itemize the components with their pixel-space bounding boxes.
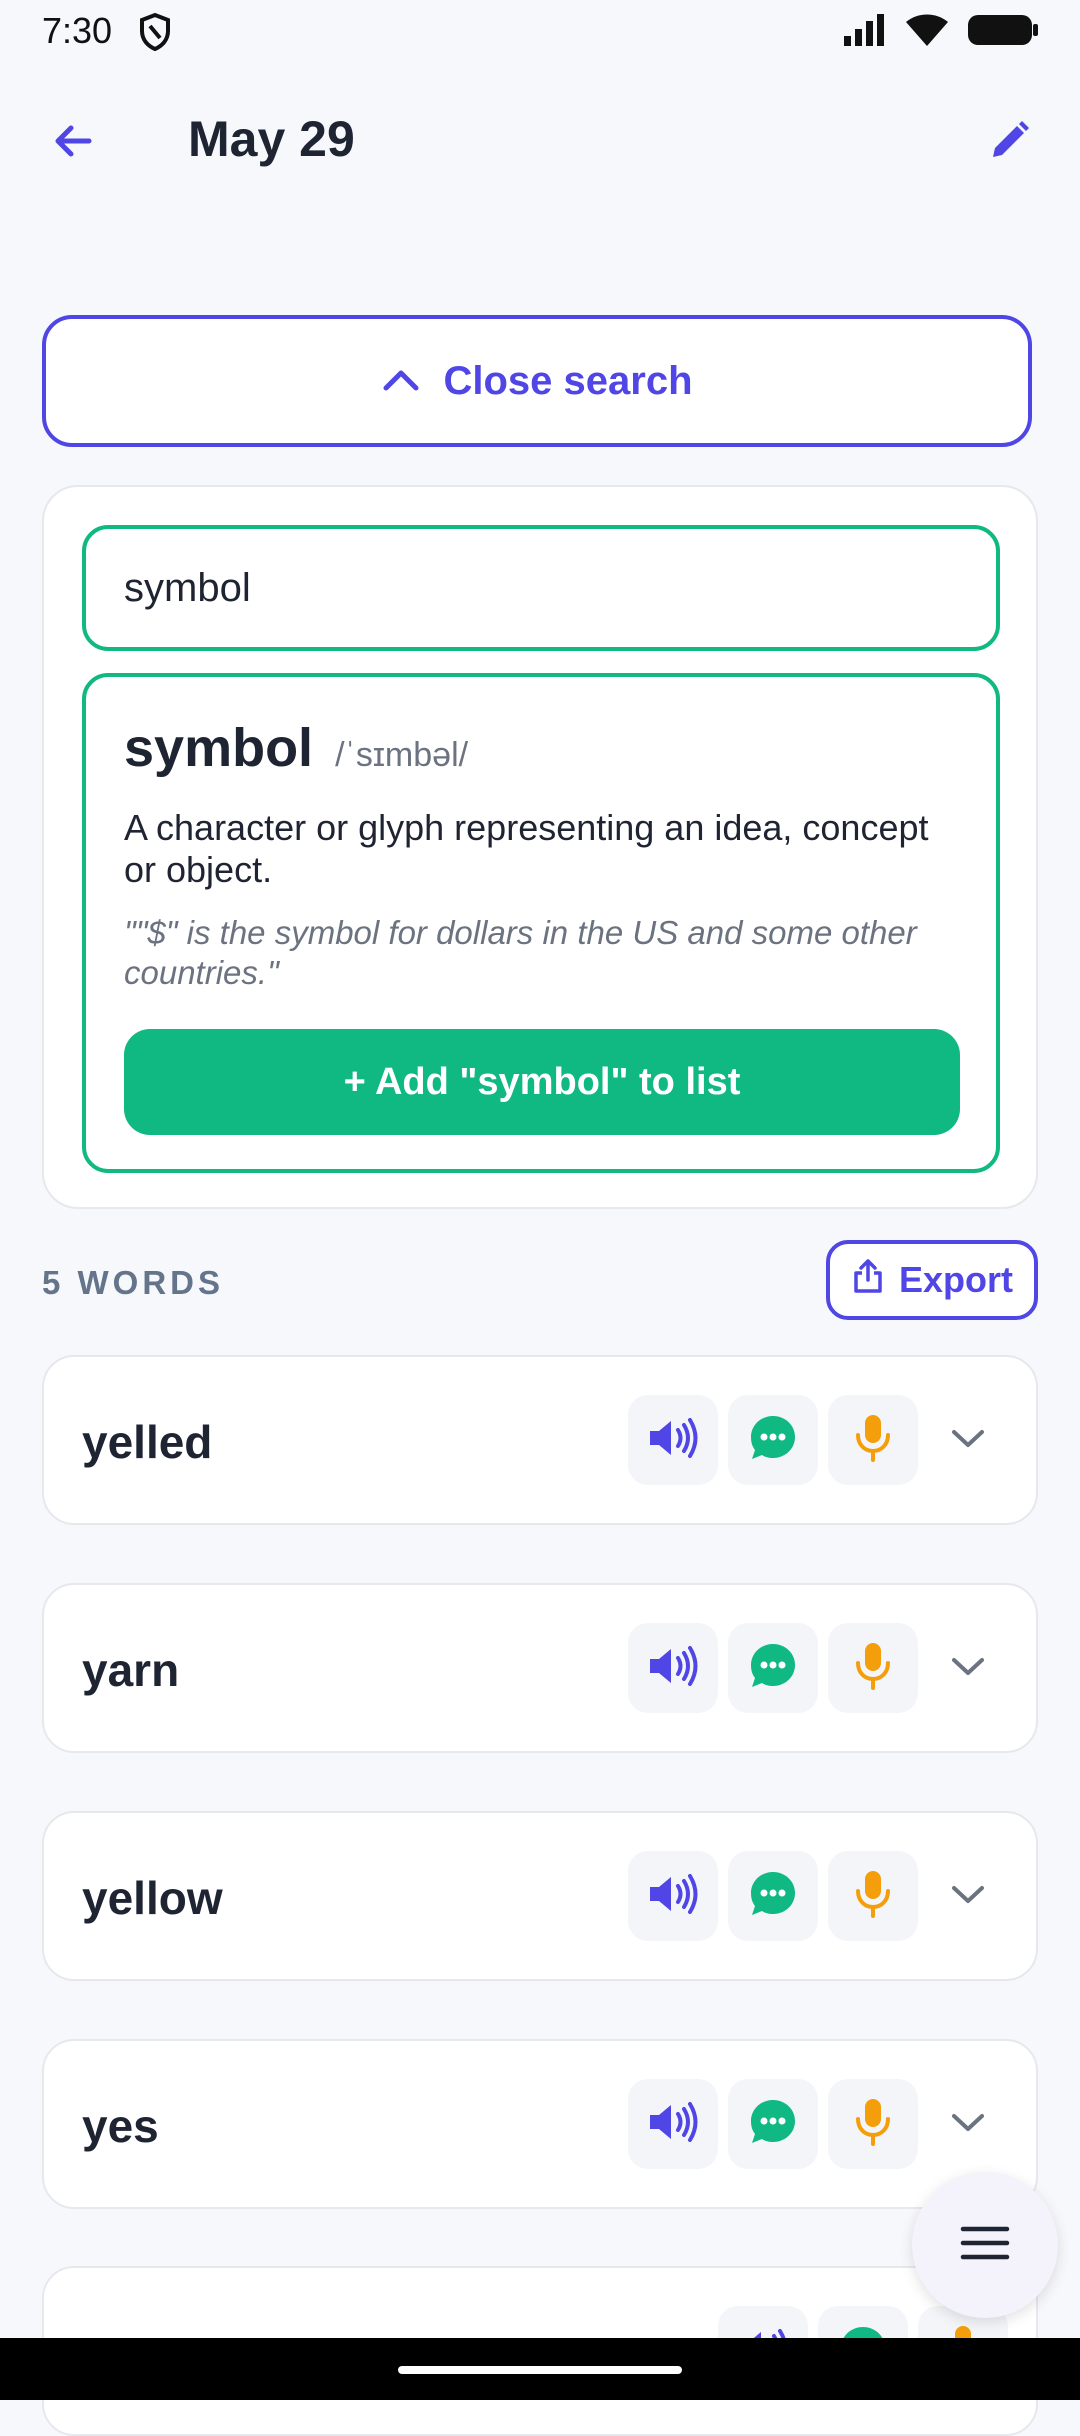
search-panel: symbol symbol /ˈsɪmbəl/ A character or g… — [42, 485, 1038, 1209]
word-list-header: 5 WORDS Export — [42, 1240, 1038, 1320]
expand-button[interactable] — [928, 1623, 1008, 1713]
close-search-button[interactable]: Close search — [42, 315, 1032, 447]
microphone-icon — [853, 1640, 893, 1697]
record-button[interactable] — [828, 1395, 918, 1485]
home-indicator[interactable] — [398, 2366, 682, 2374]
chevron-up-icon — [381, 359, 421, 404]
speaker-icon — [646, 2100, 700, 2149]
menu-icon — [959, 2223, 1011, 2268]
chevron-down-icon — [948, 1652, 988, 1685]
chat-bubble-icon — [747, 1640, 799, 1697]
search-input[interactable]: symbol — [82, 525, 1000, 651]
chat-button[interactable] — [728, 2079, 818, 2169]
pronounce-button[interactable] — [628, 1851, 718, 1941]
word-label: yelled — [82, 1416, 213, 1468]
battery-icon — [966, 12, 1040, 53]
result-pronunciation: /ˈsɪmbəl/ — [335, 736, 469, 774]
chevron-down-icon — [948, 1424, 988, 1457]
edit-pencil-icon — [985, 117, 1033, 170]
system-nav-bar — [0, 2338, 1080, 2400]
word-card[interactable]: yarn — [42, 1583, 1038, 1753]
pronounce-button[interactable] — [628, 1395, 718, 1485]
record-button[interactable] — [828, 1851, 918, 1941]
word-card[interactable]: yellow — [42, 1811, 1038, 1981]
menu-button[interactable] — [912, 2172, 1058, 2318]
word-label: yarn — [82, 1644, 180, 1696]
top-app-bar: May 29 — [0, 90, 1080, 186]
chat-bubble-icon — [747, 1412, 799, 1469]
record-button[interactable] — [828, 1623, 918, 1713]
edit-button[interactable] — [974, 108, 1044, 178]
search-result: symbol /ˈsɪmbəl/ A character or glyph re… — [82, 673, 1000, 1173]
microphone-icon — [853, 1868, 893, 1925]
chevron-down-icon — [948, 1880, 988, 1913]
speaker-icon — [646, 1644, 700, 1693]
chat-bubble-icon — [747, 2096, 799, 2153]
chevron-down-icon — [948, 2108, 988, 2141]
result-definition: A character or glyph representing an ide… — [124, 807, 929, 890]
expand-button[interactable] — [928, 1395, 1008, 1485]
speaker-icon — [646, 1872, 700, 1921]
word-card[interactable]: yelled — [42, 1355, 1038, 1525]
add-to-list-button[interactable]: + Add "symbol" to list — [124, 1029, 960, 1135]
word-count: 5 WORDS — [42, 1264, 225, 1301]
export-button[interactable]: Export — [826, 1240, 1038, 1320]
microphone-icon — [853, 1412, 893, 1469]
chat-button[interactable] — [728, 1623, 818, 1713]
page-title: May 29 — [188, 111, 355, 167]
close-search-label: Close search — [443, 358, 693, 403]
pronounce-button[interactable] — [628, 2079, 718, 2169]
shield-icon — [138, 12, 172, 57]
result-example: ""$" is the symbol for dollars in the US… — [124, 914, 917, 991]
back-arrow-icon — [49, 117, 97, 170]
microphone-icon — [853, 2096, 893, 2153]
pronounce-button[interactable] — [628, 1623, 718, 1713]
wifi-icon — [904, 12, 950, 53]
chat-bubble-icon — [747, 1868, 799, 1925]
share-icon — [851, 1258, 885, 1303]
record-button[interactable] — [828, 2079, 918, 2169]
status-bar: 7:30 — [0, 0, 1080, 64]
word-label: yes — [82, 2100, 159, 2152]
chat-button[interactable] — [728, 1395, 818, 1485]
expand-button[interactable] — [928, 1851, 1008, 1941]
status-time: 7:30 — [42, 10, 113, 51]
word-label: yellow — [82, 1872, 223, 1924]
back-button[interactable] — [38, 108, 108, 178]
chat-button[interactable] — [728, 1851, 818, 1941]
signal-icon — [842, 12, 888, 53]
result-word: symbol — [124, 718, 314, 778]
result-heading: symbol /ˈsɪmbəl/ — [124, 717, 468, 779]
expand-button[interactable] — [928, 2079, 1008, 2169]
word-card[interactable]: yes — [42, 2039, 1038, 2209]
export-label: Export — [898, 1259, 1013, 1300]
speaker-icon — [646, 1416, 700, 1465]
